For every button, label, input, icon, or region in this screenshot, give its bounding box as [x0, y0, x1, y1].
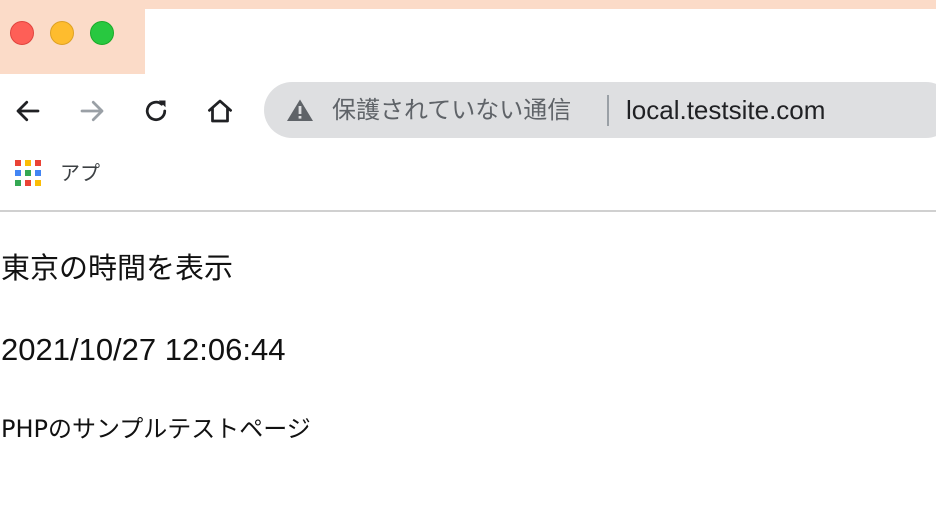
forward-button[interactable] [75, 94, 109, 128]
apps-grid-dot [35, 170, 41, 176]
home-button[interactable] [203, 94, 237, 128]
tab-strip-area [0, 0, 145, 74]
page-heading: 東京の時間を表示 [1, 251, 234, 285]
arrow-left-icon [16, 100, 40, 122]
page-content: 東京の時間を表示 2021/10/27 12:06:44 PHPのサンプルテスト… [0, 212, 936, 522]
apps-grid-dot [35, 160, 41, 166]
apps-bookmark-label[interactable]: アプ [60, 159, 100, 187]
apps-grid-dot [25, 160, 31, 166]
home-icon [208, 99, 232, 123]
apps-grid-dot [15, 170, 21, 176]
bookmarks-bar: アプ [0, 146, 936, 210]
apps-grid-dot [35, 180, 41, 186]
apps-grid-icon[interactable] [15, 160, 41, 186]
url-text[interactable]: local.testsite.com [626, 94, 825, 126]
close-window-button[interactable] [10, 21, 34, 45]
tokyo-datetime: 2021/10/27 12:06:44 [1, 332, 286, 367]
window-titlebar [0, 0, 936, 74]
apps-grid-dot [15, 160, 21, 166]
address-bar[interactable]: 保護されていない通信 local.testsite.com [264, 82, 936, 138]
apps-grid-dot [15, 180, 21, 186]
security-status-label[interactable]: 保護されていない通信 [332, 94, 571, 126]
minimize-window-button[interactable] [50, 21, 74, 45]
apps-grid-dot [25, 170, 31, 176]
page-caption: PHPのサンプルテストページ [1, 415, 311, 443]
apps-grid-dot [25, 180, 31, 186]
warning-triangle-icon[interactable] [286, 98, 314, 122]
browser-toolbar: 保護されていない通信 local.testsite.com [0, 74, 936, 146]
address-separator [607, 95, 609, 126]
back-button[interactable] [11, 94, 45, 128]
arrow-right-icon [80, 100, 104, 122]
reload-icon [145, 100, 167, 122]
reload-button[interactable] [139, 94, 173, 128]
zoom-window-button[interactable] [90, 21, 114, 45]
